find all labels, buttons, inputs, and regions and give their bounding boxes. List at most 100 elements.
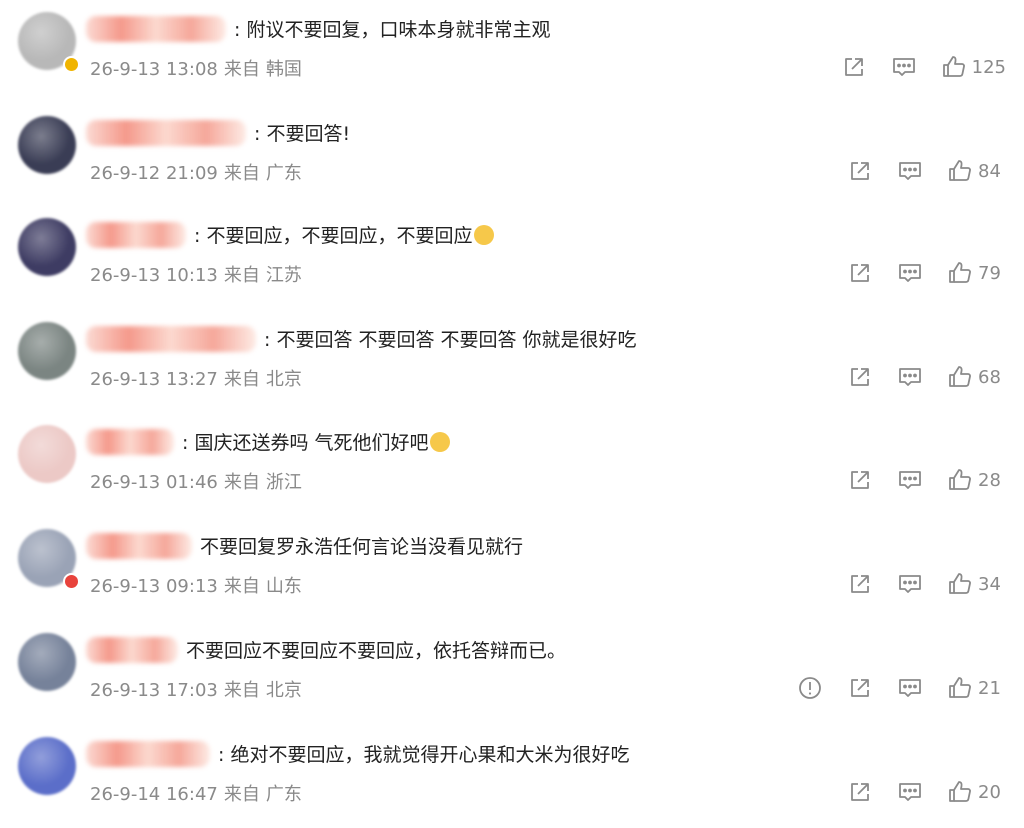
like-button[interactable]: 28 (947, 467, 1006, 493)
verified-badge (63, 56, 80, 73)
like-count: 125 (971, 56, 1006, 78)
comment-text-content: : 附议不要回复，口味本身就非常主观 (234, 19, 551, 41)
share-icon[interactable] (841, 54, 867, 80)
like-count: 79 (978, 262, 1001, 284)
comment-location: 广东 (265, 163, 302, 184)
comment-from: 来自 (223, 472, 260, 493)
comment-location: 广东 (265, 784, 302, 805)
comment-icon[interactable] (897, 364, 923, 390)
comment-location: 北京 (265, 680, 302, 701)
avatar-image (18, 737, 76, 795)
comment-actions: 28 (823, 467, 1006, 493)
share-icon[interactable] (847, 571, 873, 597)
username-blurred[interactable] (86, 741, 210, 767)
share-icon[interactable] (847, 467, 873, 493)
comment-text: : 附议不要回复，口味本身就非常主观 (234, 16, 550, 44)
verified-badge (63, 573, 80, 590)
comment-date: 26-9-13 09:13 (90, 576, 218, 597)
comment-text-content: : 不要回答 不要回答 不要回答 你就是很好吃 (264, 329, 637, 351)
username-blurred[interactable] (86, 637, 178, 663)
comment-icon[interactable] (897, 779, 923, 805)
thumb-up-icon (941, 54, 967, 80)
comment-meta: 26-9-13 13:27 来自 北京 (90, 365, 302, 391)
avatar[interactable] (18, 633, 76, 691)
thumb-up-icon (947, 260, 973, 286)
username-blurred[interactable] (86, 429, 174, 455)
comment-from: 来自 (223, 784, 260, 805)
comment-from: 来自 (223, 576, 260, 597)
comment-icon[interactable] (891, 54, 917, 80)
comment-date: 26-9-13 17:03 (90, 680, 218, 701)
username-blurred[interactable] (86, 120, 246, 146)
like-count: 21 (978, 677, 1001, 699)
comment-text-content: 不要回应不要回应不要回应，依托答辩而已。 (186, 640, 567, 662)
username-blurred[interactable] (86, 222, 186, 248)
avatar[interactable] (18, 218, 76, 276)
comment-from: 来自 (223, 163, 260, 184)
comment-date: 26-9-14 16:47 (90, 784, 218, 805)
comment-icon[interactable] (897, 158, 923, 184)
like-button[interactable]: 20 (947, 779, 1006, 805)
avatar-image (18, 425, 76, 483)
comment-icon[interactable] (897, 260, 923, 286)
comment-meta: 26-9-13 17:03 来自 北京 (90, 676, 302, 702)
like-button[interactable]: 21 (947, 675, 1006, 701)
thumb-up-icon (947, 779, 973, 805)
comment-from: 来自 (223, 369, 260, 390)
avatar[interactable] (18, 116, 76, 174)
comment-icon[interactable] (897, 571, 923, 597)
comment-meta: 26-9-14 16:47 来自 广东 (90, 780, 302, 806)
thumb-up-icon (947, 158, 973, 184)
comment-text-content: : 不要回答! (254, 123, 351, 145)
comment-actions: 20 (823, 779, 1006, 805)
comment-icon[interactable] (897, 467, 923, 493)
share-icon[interactable] (847, 158, 873, 184)
comment-location: 北京 (265, 369, 302, 390)
avatar[interactable] (18, 322, 76, 380)
share-icon[interactable] (847, 364, 873, 390)
username-blurred[interactable] (86, 326, 256, 352)
like-button[interactable]: 79 (947, 260, 1006, 286)
avatar[interactable] (18, 12, 80, 73)
emoji-icon (430, 432, 451, 452)
comment-meta: 26-9-13 01:46 来自 浙江 (90, 468, 302, 494)
comment-date: 26-9-13 01:46 (90, 472, 218, 493)
avatar-image (18, 322, 76, 380)
avatar[interactable] (18, 737, 76, 795)
comment-item: 不要回应不要回应不要回应，依托答辩而已。 26-9-13 17:03 来自 北京 2… (0, 621, 1024, 724)
avatar[interactable] (18, 529, 80, 590)
username-blurred[interactable] (86, 16, 226, 42)
comment-text-content: : 不要回应，不要回应，不要回应 (194, 225, 473, 247)
comment-text: : 绝对不要回应，我就觉得开心果和大米为很好吃 (218, 741, 629, 769)
username-blurred[interactable] (86, 533, 192, 559)
like-button[interactable]: 84 (947, 158, 1006, 184)
report-icon[interactable] (797, 675, 823, 701)
comment-location: 江苏 (265, 265, 302, 286)
comment-item: : 不要回答 不要回答 不要回答 你就是很好吃 26-9-13 13:27 来自北… (0, 310, 1024, 413)
avatar[interactable] (18, 425, 76, 483)
comment-icon[interactable] (897, 675, 923, 701)
share-icon[interactable] (847, 260, 873, 286)
comment-location: 山东 (265, 576, 302, 597)
comment-text: : 不要回答 不要回答 不要回答 你就是很好吃 (264, 326, 637, 354)
like-count: 34 (978, 573, 1001, 595)
comment-actions: 34 (823, 571, 1006, 597)
like-button[interactable]: 125 (941, 54, 1006, 80)
comment-actions: 125 (817, 54, 1006, 80)
comment-text: : 不要回应，不要回应，不要回应 (194, 222, 495, 250)
comment-text-content: : 国庆还送券吗 气死他们好吧 (182, 432, 429, 454)
like-count: 20 (978, 781, 1001, 803)
comment-from: 来自 (223, 265, 260, 286)
like-button[interactable]: 34 (947, 571, 1006, 597)
comment-date: 26-9-13 13:27 (90, 369, 218, 390)
comment-meta: 26-9-13 10:13 来自 江苏 (90, 261, 302, 287)
comment-text: : 国庆还送券吗 气死他们好吧 (182, 429, 451, 457)
share-icon[interactable] (847, 779, 873, 805)
avatar-image (18, 218, 76, 276)
comment-item: : 不要回应，不要回应，不要回应 26-9-13 10:13 来自 江苏 79 (0, 206, 1024, 309)
emoji-icon (474, 225, 495, 245)
share-icon[interactable] (847, 675, 873, 701)
like-button[interactable]: 68 (947, 364, 1006, 390)
comment-location: 韩国 (265, 59, 302, 80)
comment-date: 26-9-13 13:08 (90, 59, 218, 80)
